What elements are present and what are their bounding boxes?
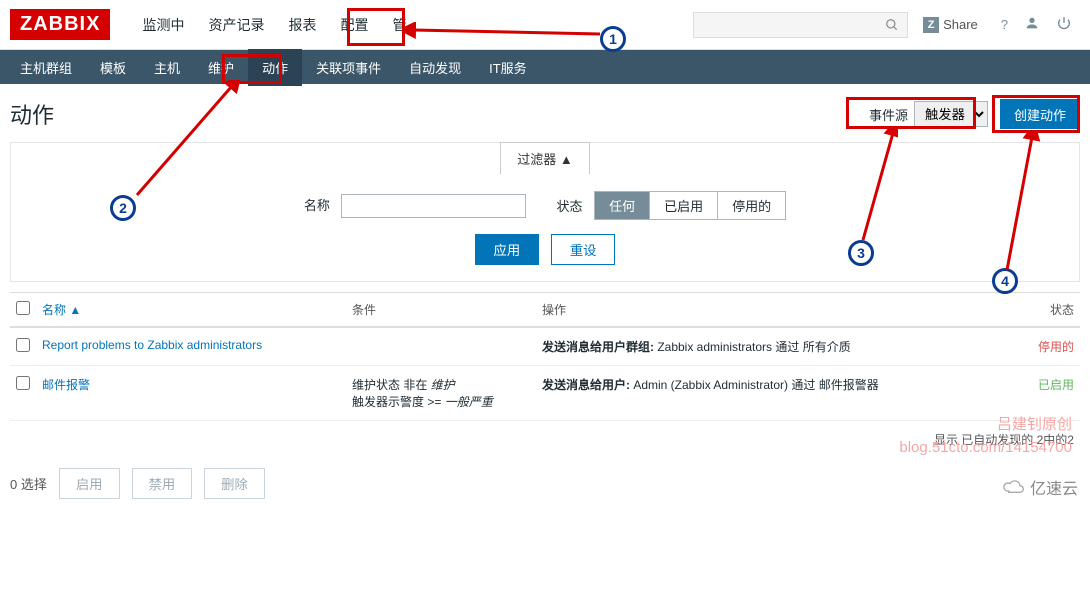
subnav-templates[interactable]: 模板	[86, 49, 140, 86]
col-name[interactable]: 名称 ▲	[36, 293, 346, 328]
user-icon[interactable]	[1024, 15, 1040, 34]
subnav-discovery[interactable]: 自动发现	[395, 49, 475, 86]
col-status: 状态	[1020, 293, 1080, 328]
status-any[interactable]: 任何	[595, 192, 650, 219]
op-cell: 发送消息给用户群组: Zabbix administrators 通过 所有介质	[536, 327, 1020, 366]
row-checkbox[interactable]	[16, 376, 30, 390]
event-source-row: 事件源 触发器 创建动作	[869, 99, 1080, 129]
top-menu: 监测中 资产记录 报表 配置 管	[130, 0, 418, 50]
subnav-maintenance[interactable]: 维护	[194, 49, 248, 86]
share-button[interactable]: ZShare	[923, 17, 978, 33]
help-icon[interactable]: ?	[1001, 17, 1008, 32]
cloud-icon	[1002, 479, 1026, 495]
cond-cell: 维护状态 非在 维护 触发器示警度 >= 一般严重	[346, 366, 536, 421]
filter-tab[interactable]: 过滤器 ▲	[500, 142, 589, 175]
create-action-button[interactable]: 创建动作	[1000, 99, 1080, 129]
subnav-actions[interactable]: 动作	[248, 49, 302, 86]
enable-button[interactable]: 启用	[59, 468, 120, 499]
status-toggle: 任何 已启用 停用的	[594, 191, 786, 220]
apply-button[interactable]: 应用	[475, 234, 540, 265]
search-input[interactable]	[693, 12, 908, 38]
action-name-link[interactable]: 邮件报警	[42, 378, 90, 392]
subnav-itservices[interactable]: IT服务	[475, 49, 541, 86]
event-source-label: 事件源	[869, 105, 908, 124]
menu-monitoring[interactable]: 监测中	[130, 0, 196, 50]
table-row: Report problems to Zabbix administrators…	[10, 327, 1080, 366]
row-checkbox[interactable]	[16, 338, 30, 352]
reset-button[interactable]: 重设	[551, 234, 616, 265]
action-name-link[interactable]: Report problems to Zabbix administrators	[42, 338, 262, 352]
menu-inventory[interactable]: 资产记录	[196, 0, 276, 50]
filter-panel: 过滤器 ▲ 名称 状态 任何 已启用 停用的 应用 重设	[10, 142, 1080, 282]
topbar: ZABBIX 监测中 资产记录 报表 配置 管 ZShare ?	[0, 0, 1090, 50]
menu-admin[interactable]: 管	[380, 0, 418, 50]
event-source-select[interactable]: 触发器	[914, 101, 988, 127]
delete-button[interactable]: 删除	[204, 468, 265, 499]
disable-button[interactable]: 禁用	[132, 468, 193, 499]
status-link[interactable]: 已启用	[1038, 378, 1074, 392]
subnav-hostgroups[interactable]: 主机群组	[6, 49, 86, 86]
actions-table: 名称 ▲ 条件 操作 状态 Report problems to Zabbix …	[10, 292, 1080, 421]
select-all-checkbox[interactable]	[16, 301, 30, 315]
col-cond: 条件	[346, 293, 536, 328]
status-disabled[interactable]: 停用的	[718, 192, 785, 219]
status-link[interactable]: 停用的	[1038, 340, 1074, 354]
sub-nav: 主机群组 模板 主机 维护 动作 关联项事件 自动发现 IT服务	[0, 50, 1090, 84]
page-title: 动作	[10, 98, 869, 130]
subnav-correlation[interactable]: 关联项事件	[302, 49, 395, 86]
bulk-actions: 0 选择 启用 禁用 删除	[0, 458, 1090, 509]
logo[interactable]: ZABBIX	[10, 9, 110, 40]
page-header: 动作 事件源 触发器 创建动作	[0, 84, 1090, 142]
op-cell: 发送消息给用户: Admin (Zabbix Administrator) 通过…	[536, 366, 1020, 421]
search-icon	[885, 18, 899, 32]
power-icon[interactable]	[1056, 15, 1072, 34]
table-row: 邮件报警 维护状态 非在 维护 触发器示警度 >= 一般严重 发送消息给用户: …	[10, 366, 1080, 421]
brand-watermark: 亿速云	[1002, 475, 1078, 499]
menu-reports[interactable]: 报表	[276, 0, 328, 50]
filter-status-label: 状态	[556, 199, 582, 214]
subnav-hosts[interactable]: 主机	[140, 49, 194, 86]
selected-count: 0 选择	[10, 474, 47, 493]
filter-name-input[interactable]	[341, 194, 526, 218]
filter-name-label: 名称	[304, 198, 330, 213]
cond-cell	[346, 327, 536, 366]
watermark: 吕建钊原创 blog.51cto.com/14154700	[899, 414, 1072, 459]
status-enabled[interactable]: 已启用	[650, 192, 718, 219]
col-op: 操作	[536, 293, 1020, 328]
menu-config[interactable]: 配置	[328, 0, 380, 50]
